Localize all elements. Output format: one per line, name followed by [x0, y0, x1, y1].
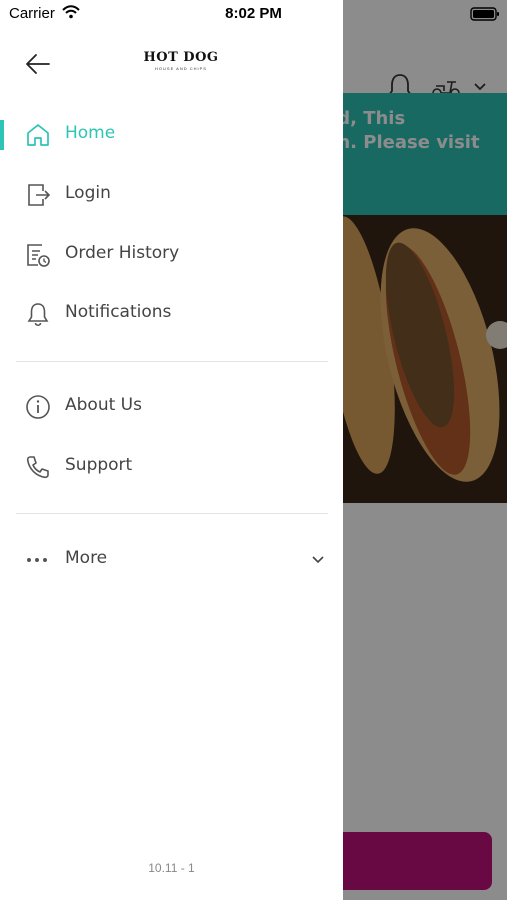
menu-item-more[interactable]: More — [0, 532, 343, 588]
bell-icon — [27, 303, 49, 327]
phone-icon — [26, 456, 49, 479]
active-indicator — [0, 120, 4, 150]
drawer-header: HOT DOG HOUSE AND CHIPS — [0, 28, 343, 98]
info-icon — [26, 395, 50, 419]
menu-item-label: Home — [65, 123, 116, 143]
menu-divider — [16, 361, 328, 362]
order-history-icon — [27, 244, 50, 267]
menu-item-label: Login — [65, 183, 111, 203]
brand-logo: HOT DOG HOUSE AND CHIPS — [130, 50, 232, 76]
menu-item-home[interactable]: Home — [0, 107, 343, 163]
menu-item-label: Notifications — [65, 302, 172, 322]
menu-item-label: Support — [65, 455, 133, 475]
menu-divider — [16, 513, 328, 514]
login-icon — [28, 184, 51, 206]
chevron-down-icon — [312, 556, 324, 564]
menu-item-label: More — [65, 548, 108, 568]
menu-item-about-us[interactable]: About Us — [0, 379, 343, 435]
logo-text: HOT DOG — [143, 50, 219, 65]
ellipsis-icon — [27, 558, 47, 562]
side-drawer: HOT DOG HOUSE AND CHIPS Home Login Order… — [0, 0, 343, 900]
menu-item-support[interactable]: Support — [0, 439, 343, 495]
menu-item-label: Order History — [65, 243, 180, 263]
app-version: 10.11 - 1 — [148, 861, 195, 875]
battery-icon — [470, 7, 499, 21]
menu-item-login[interactable]: Login — [0, 167, 343, 223]
back-arrow-icon[interactable] — [24, 50, 52, 78]
menu-item-notifications[interactable]: Notifications — [0, 286, 343, 342]
menu-item-label: About Us — [65, 395, 142, 415]
home-icon — [27, 124, 49, 146]
menu-item-order-history[interactable]: Order History — [0, 227, 343, 283]
status-bar: Carrier 8:02 PM — [0, 0, 507, 28]
clock: 8:02 PM — [225, 5, 282, 22]
logo-subtext: HOUSE AND CHIPS — [155, 66, 207, 71]
